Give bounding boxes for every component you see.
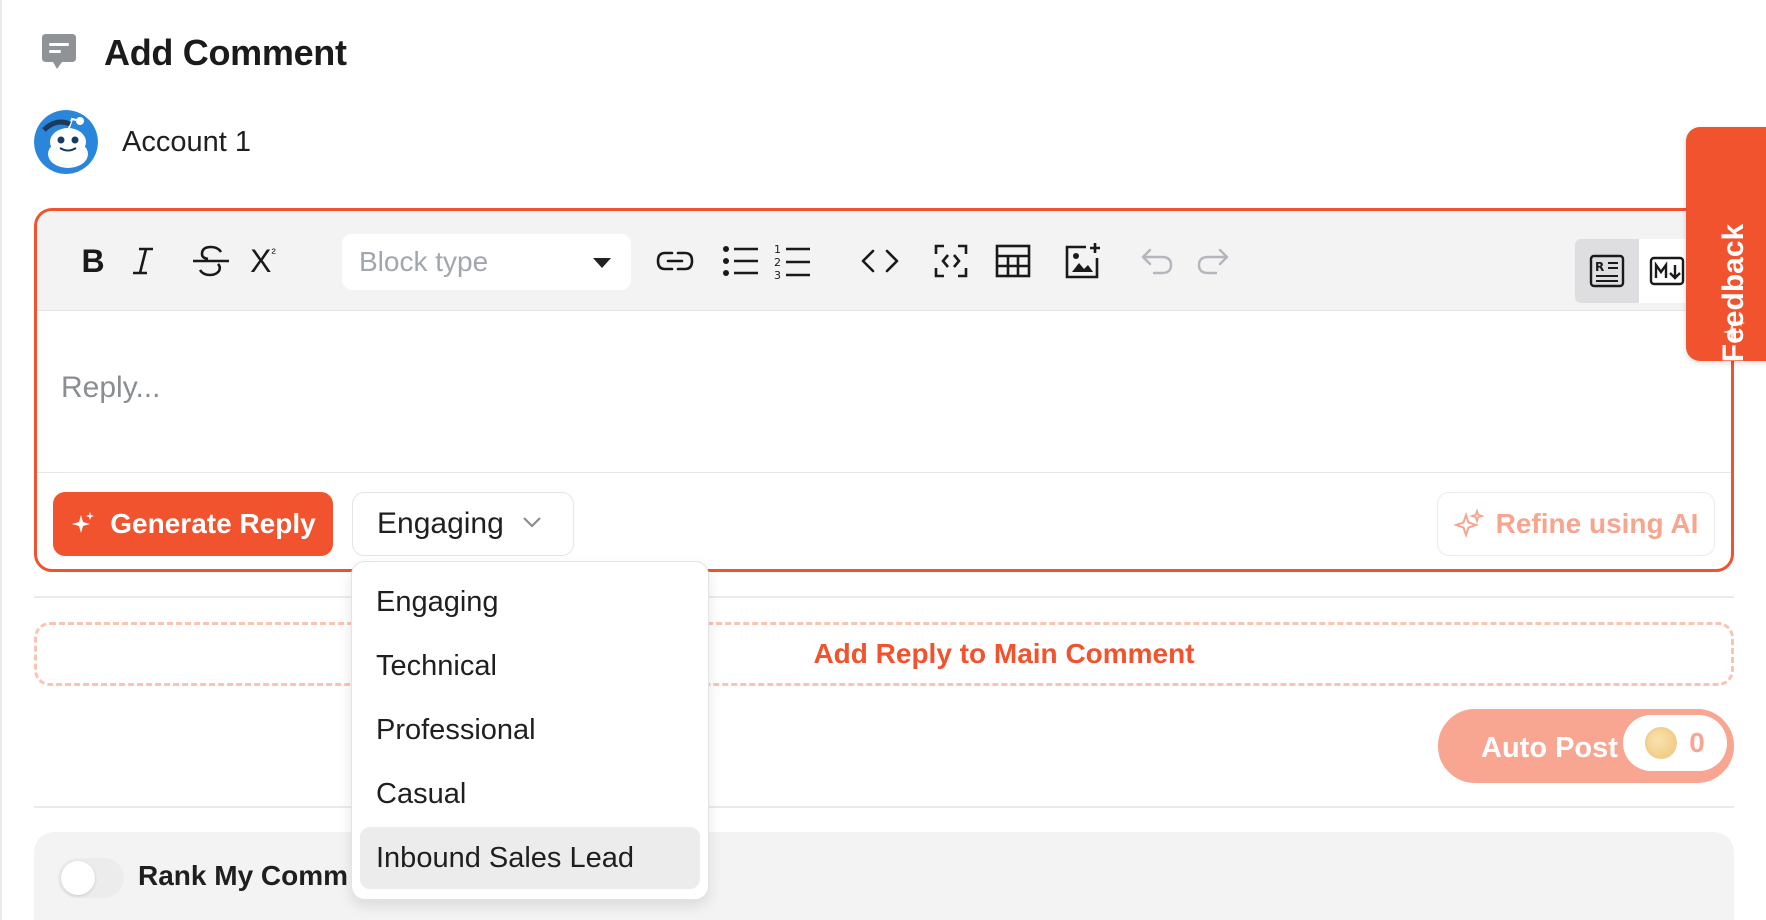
credit-count-pill: 0 bbox=[1623, 715, 1727, 771]
caret-down-icon bbox=[593, 258, 611, 268]
reply-editor: B X² Block type 123 R Reply... Generate … bbox=[34, 208, 1734, 572]
reply-textarea[interactable]: Reply... bbox=[61, 371, 160, 405]
table-button[interactable] bbox=[991, 235, 1035, 287]
auto-post-button[interactable]: Auto Post 0 bbox=[1438, 709, 1734, 783]
tone-dropdown-menu: Engaging Technical Professional Casual I… bbox=[351, 561, 709, 900]
coin-icon bbox=[1645, 727, 1678, 759]
sparkle-icon bbox=[72, 512, 95, 533]
tone-option-technical[interactable]: Technical bbox=[360, 635, 700, 697]
tone-option-label: Inbound Sales Lead bbox=[376, 841, 634, 874]
block-type-select[interactable]: Block type bbox=[342, 234, 631, 290]
tone-option-label: Casual bbox=[376, 777, 467, 810]
link-icon bbox=[656, 251, 694, 271]
header: Add Comment bbox=[38, 30, 347, 76]
redo-icon bbox=[1197, 248, 1229, 275]
rich-text-mode-button[interactable]: R bbox=[1575, 239, 1639, 303]
tone-option-engaging[interactable]: Engaging bbox=[360, 571, 700, 633]
toggle-knob bbox=[61, 861, 95, 895]
bold-button[interactable]: B bbox=[73, 235, 113, 287]
superscript-label: X bbox=[250, 242, 272, 279]
section-divider bbox=[34, 596, 1734, 598]
svg-text:3: 3 bbox=[774, 269, 781, 280]
editor-mode-toggle: R bbox=[1575, 239, 1695, 303]
strikethrough-icon bbox=[193, 245, 229, 277]
bullet-list-button[interactable] bbox=[721, 235, 761, 287]
svg-text:R: R bbox=[1595, 260, 1604, 274]
editor-footer-divider bbox=[37, 472, 1731, 473]
link-button[interactable] bbox=[653, 235, 697, 287]
numbered-list-icon: 123 bbox=[774, 243, 810, 280]
bold-label: B bbox=[81, 242, 105, 279]
rank-panel: Rank My Comm bbox=[34, 832, 1734, 920]
bullet-list-icon bbox=[723, 246, 758, 276]
refine-ai-button[interactable]: Refine using AI bbox=[1437, 492, 1715, 556]
rank-toggle[interactable] bbox=[58, 858, 124, 898]
page-title: Add Comment bbox=[104, 32, 347, 73]
table-icon bbox=[995, 244, 1031, 278]
numbered-list-button[interactable]: 123 bbox=[773, 235, 813, 287]
tone-option-label: Technical bbox=[376, 649, 497, 682]
code-block-icon bbox=[934, 244, 968, 278]
auto-post-label: Auto Post bbox=[1481, 732, 1618, 764]
account-name: Account 1 bbox=[122, 125, 251, 158]
comment-icon bbox=[38, 32, 80, 74]
add-reply-label: Add Reply to Main Comment bbox=[813, 638, 1195, 669]
rich-text-mode-icon: R bbox=[1589, 254, 1625, 288]
svg-text:2: 2 bbox=[774, 256, 781, 269]
add-reply-main-button[interactable]: Add Reply to Main Comment bbox=[34, 622, 1734, 686]
undo-button[interactable] bbox=[1137, 235, 1177, 287]
generate-reply-label: Generate Reply bbox=[110, 508, 316, 539]
superscript-mark: ² bbox=[271, 245, 276, 260]
code-icon bbox=[861, 249, 899, 273]
tone-selected-value: Engaging bbox=[377, 507, 504, 540]
tone-option-professional[interactable]: Professional bbox=[360, 699, 700, 761]
editor-toolbar: B X² Block type 123 R bbox=[37, 211, 1731, 311]
tone-select[interactable]: Engaging bbox=[352, 492, 574, 556]
image-button[interactable] bbox=[1061, 235, 1105, 287]
tone-option-casual[interactable]: Casual bbox=[360, 763, 700, 825]
undo-icon bbox=[1141, 248, 1173, 275]
feedback-tab[interactable]: Feedback bbox=[1686, 127, 1766, 362]
tone-option-label: Professional bbox=[376, 713, 536, 746]
strikethrough-button[interactable] bbox=[189, 235, 233, 287]
reddit-snoo-avatar bbox=[34, 110, 98, 174]
chevron-down-icon bbox=[523, 517, 541, 528]
section-divider bbox=[34, 806, 1734, 808]
code-block-button[interactable] bbox=[929, 235, 973, 287]
tone-option-label: Engaging bbox=[376, 585, 499, 618]
italic-icon bbox=[133, 247, 153, 275]
markdown-mode-icon bbox=[1649, 256, 1685, 286]
sparkle-icon bbox=[1723, 319, 1745, 341]
rank-label: Rank My Comm bbox=[138, 860, 349, 891]
left-divider bbox=[0, 0, 2, 920]
italic-button[interactable] bbox=[123, 235, 163, 287]
image-icon bbox=[1065, 243, 1100, 279]
code-button[interactable] bbox=[857, 235, 903, 287]
redo-button[interactable] bbox=[1193, 235, 1233, 287]
reply-placeholder: Reply... bbox=[61, 371, 161, 404]
sparkle-outline-icon bbox=[1453, 509, 1484, 539]
credit-count: 0 bbox=[1689, 727, 1705, 758]
svg-text:1: 1 bbox=[774, 243, 781, 256]
refine-ai-label: Refine using AI bbox=[1495, 508, 1699, 539]
superscript-button[interactable]: X² bbox=[241, 235, 285, 287]
generate-reply-button[interactable]: Generate Reply bbox=[53, 492, 333, 556]
account-row[interactable]: Account 1 bbox=[34, 110, 251, 174]
tone-option-inbound-sales-lead[interactable]: Inbound Sales Lead bbox=[360, 827, 700, 889]
block-type-placeholder: Block type bbox=[359, 246, 489, 277]
